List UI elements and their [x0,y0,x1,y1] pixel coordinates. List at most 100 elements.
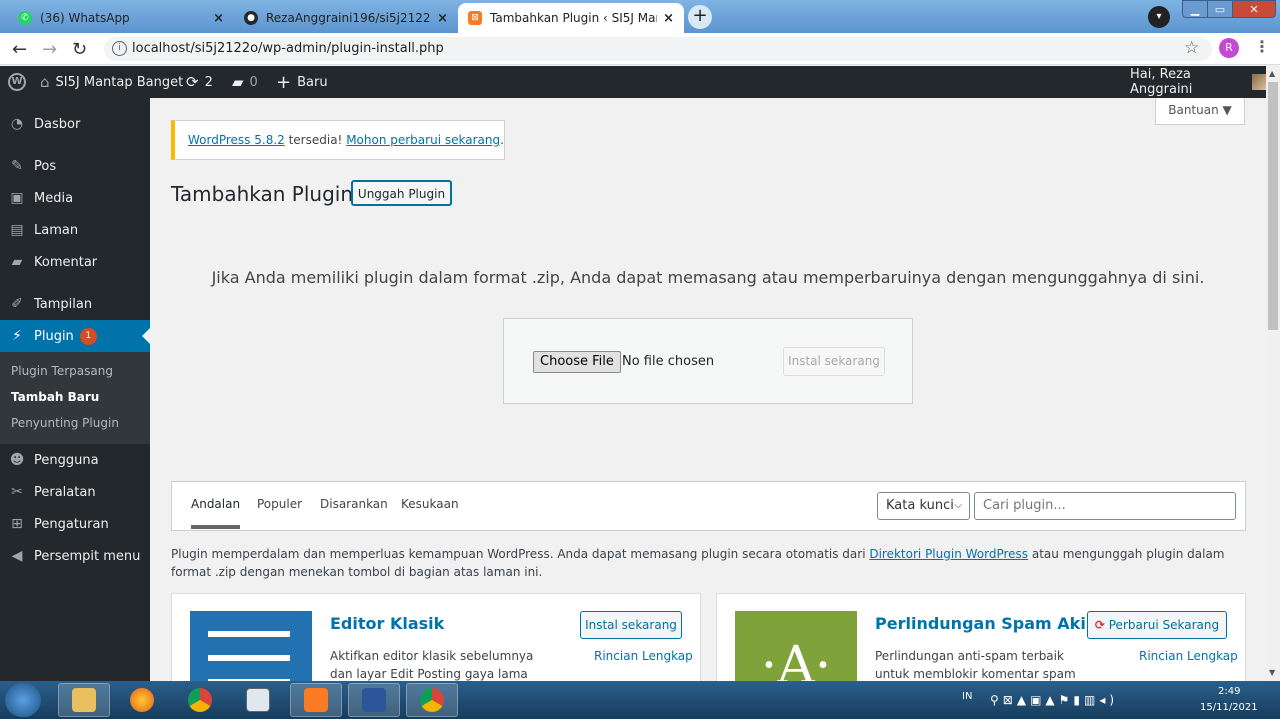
submenu-item-installed[interactable]: Plugin Terpasang [11,364,113,378]
account-link[interactable]: Hai, Reza Anggraini [1130,66,1266,98]
more-details-link[interactable]: Rincian Lengkap [1139,649,1238,663]
close-icon[interactable]: × [213,11,224,26]
sidebar-item-collapse[interactable]: ◀ Persempit menu [0,540,150,572]
tab-wordpress[interactable]: ⊠ Tambahkan Plugin ‹ SI5J Mantap × [458,3,684,33]
tab-whatsapp[interactable]: ✆ (36) WhatsApp × [8,3,234,33]
notepad-icon [246,688,270,712]
plus-icon: + [276,71,292,93]
user-icon: ☻ [9,452,25,468]
taskbar-notepad[interactable] [232,683,284,717]
close-icon[interactable]: × [437,11,448,26]
taskbar-chrome[interactable] [174,683,226,717]
scroll-down-icon[interactable]: ▼ [1269,668,1275,677]
plugin-filter-bar: Andalan Populer Disarankan Kesukaan Kata… [171,481,1246,531]
collapse-icon: ◀ [11,548,23,564]
admin-sidebar: ◔ Dasbor ✎ Pos ▣ Media ▤ Laman ▰ Komentar ✐ Ta… [0,98,150,681]
sidebar-item-pages[interactable]: ▤ Laman [0,214,150,246]
clock-date[interactable]: 15/11/2021 [1200,702,1258,713]
page-title: Tambahkan Plugin [171,182,354,206]
tab-popular[interactable]: Populer [257,497,302,511]
taskbar-xampp[interactable] [290,683,342,717]
wordpress-logo-icon[interactable]: W [8,66,26,98]
maximize-button[interactable]: ▭ [1207,0,1233,18]
close-icon[interactable]: × [663,11,674,26]
plugin-card-akismet: ·A· Perlindungan Spam Akismet Perlindung… [716,593,1246,693]
taskbar-firefox[interactable] [116,683,168,717]
wordpress-version-link[interactable]: WordPress 5.8.2 [188,133,285,147]
browser-menu-icon[interactable]: ⋮ [1254,37,1270,56]
dashboard-icon: ◔ [10,116,24,132]
tab-title: Tambahkan Plugin ‹ SI5J Mantap [490,11,657,25]
sidebar-item-settings[interactable]: ⊞ Pengaturan [0,508,150,540]
taskbar-explorer[interactable] [58,683,110,717]
search-type-value: Kata kunci [886,498,954,513]
sidebar-item-media[interactable]: ▣ Media [0,182,150,214]
plugin-icon: ⚡ [12,328,22,344]
forward-icon[interactable]: → [42,39,57,60]
sidebar-item-label: Pos [34,158,57,174]
updates-icon: ⟳ [186,73,199,91]
new-tab-button[interactable]: + [688,5,712,29]
plugin-title[interactable]: Perlindungan Spam Akismet [875,614,1085,633]
bookmark-star-icon[interactable]: ☆ [1184,38,1199,58]
folder-icon [72,688,96,712]
update-now-link[interactable]: Mohon perbarui sekarang [346,133,500,147]
scroll-up-icon[interactable]: ▲ [1269,69,1275,78]
tab-title: (36) WhatsApp [40,11,130,25]
sidebar-item-users[interactable]: ☻ Pengguna [0,444,150,476]
more-details-link[interactable]: Rincian Lengkap [594,649,693,663]
sidebar-item-appearance[interactable]: ✐ Tampilan [0,288,150,320]
browser-tab-strip: ✆ (36) WhatsApp × ● RezaAnggraini196/si5… [0,0,1280,33]
new-content-link[interactable]: + Baru [276,66,328,98]
url-bar[interactable]: i localhost/si5j2122o/wp-admin/plugin-in… [104,37,1212,61]
brush-icon: ✐ [11,296,23,312]
tab-featured[interactable]: Andalan [191,497,241,529]
page-icon: ▤ [10,222,24,238]
plugin-directory-link[interactable]: Direktori Plugin WordPress [869,547,1028,561]
reload-icon[interactable]: ↻ [72,39,87,60]
plugin-card-classic-editor: Editor Klasik Aktifkan editor klasik seb… [171,593,701,693]
pin-icon: ✎ [11,158,23,174]
update-plugin-button[interactable]: ⟳ Perbarui Sekarang [1087,611,1227,639]
tab-title: RezaAnggraini196/si5j2122o: Rep [266,11,432,25]
avatar[interactable]: R [1219,38,1239,58]
taskbar-word[interactable] [348,683,400,717]
xampp-icon [304,688,328,712]
sidebar-item-dashboard[interactable]: ◔ Dasbor [0,108,150,140]
upload-plugin-button[interactable]: Unggah Plugin [351,180,452,206]
submenu-item-add-new[interactable]: Tambah Baru [11,390,99,404]
search-input[interactable]: Cari plugin... [974,492,1236,520]
sidebar-item-label: Komentar [34,254,98,270]
sidebar-item-plugins[interactable]: ⚡ Plugin 1 [0,320,150,352]
tab-favorites[interactable]: Kesukaan [401,497,459,511]
choose-file-button[interactable]: Choose File [533,351,621,373]
tab-github[interactable]: ● RezaAnggraini196/si5j2122o: Rep × [234,3,458,33]
submenu-item-editor[interactable]: Penyunting Plugin [11,416,119,430]
help-tab-button[interactable]: Bantuan ▼ [1155,98,1245,125]
github-icon: ● [244,11,258,25]
plugin-title[interactable]: Editor Klasik [330,614,444,633]
profile-menu-icon[interactable]: ▾ [1148,6,1170,28]
sidebar-item-comments[interactable]: ▰ Komentar [0,246,150,278]
install-now-button[interactable]: Instal sekarang [783,347,885,376]
updates-link[interactable]: ⟳ 2 [186,66,213,98]
tray-icons[interactable]: ⚲⊠▲▣▲⚑▮▥◂) [990,693,1118,707]
site-name: SI5J Mantap Banget [55,74,184,90]
close-window-button[interactable]: ✕ [1232,0,1276,18]
comments-link[interactable]: ▰ 0 [232,66,258,98]
start-button[interactable] [5,683,41,717]
clock-time[interactable]: 2:49 [1218,686,1240,697]
install-plugin-button[interactable]: Instal sekarang [580,611,682,639]
page-scrollbar[interactable]: ▲ ▼ [1266,66,1280,681]
minimize-button[interactable]: ▁ [1182,0,1208,18]
language-indicator[interactable]: IN [962,691,972,702]
taskbar-chrome-profile[interactable] [406,683,458,717]
tab-recommended[interactable]: Disarankan [320,497,388,511]
scrollbar-thumb[interactable] [1268,82,1278,330]
site-name-link[interactable]: ⌂ SI5J Mantap Banget [40,66,183,98]
info-icon[interactable]: i [112,41,127,56]
search-type-select[interactable]: Kata kunci ⌵ [877,492,970,520]
sidebar-item-tools[interactable]: ✂ Peralatan [0,476,150,508]
back-icon[interactable]: ← [12,39,27,60]
sidebar-item-posts[interactable]: ✎ Pos [0,150,150,182]
